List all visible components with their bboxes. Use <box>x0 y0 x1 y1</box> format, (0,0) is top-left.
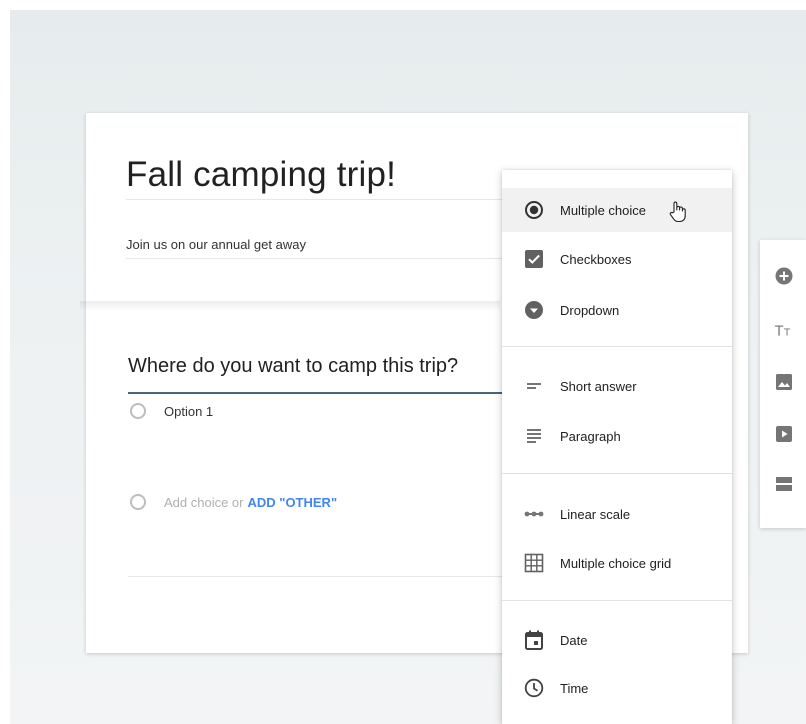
option-label[interactable]: Option 1 <box>164 404 213 419</box>
radio-button-icon <box>522 198 546 222</box>
paragraph-icon <box>522 424 546 448</box>
radio-icon[interactable] <box>130 403 146 419</box>
menu-item-checkboxes[interactable]: Checkboxes <box>502 237 732 281</box>
title-text-icon[interactable]: TT <box>774 320 794 340</box>
calendar-icon <box>522 628 546 652</box>
menu-item-time[interactable]: Time <box>502 666 732 710</box>
image-icon[interactable] <box>774 372 794 392</box>
menu-item-dropdown[interactable]: Dropdown <box>502 288 732 332</box>
menu-item-label: Checkboxes <box>560 251 632 267</box>
question-footer-divider <box>128 576 508 577</box>
svg-text:T: T <box>783 327 791 338</box>
section-icon[interactable] <box>774 474 794 494</box>
menu-separator <box>502 473 732 474</box>
menu-separator <box>502 346 732 347</box>
description-underline <box>126 258 516 259</box>
menu-item-label: Multiple choice <box>560 202 646 218</box>
svg-text:T: T <box>774 323 784 339</box>
add-question-icon[interactable] <box>774 266 794 286</box>
menu-item-multiple-choice[interactable]: Multiple choice <box>502 188 732 232</box>
side-toolbar: TT <box>760 240 806 528</box>
add-option-row: Add choice or ADD "OTHER" <box>130 494 337 510</box>
form-description[interactable]: Join us on our annual get away <box>126 237 306 252</box>
menu-item-label: Dropdown <box>560 302 620 318</box>
menu-item-short-answer[interactable]: Short answer <box>502 364 732 408</box>
menu-item-label: Date <box>560 632 588 648</box>
clock-icon <box>522 676 546 700</box>
question-underline <box>128 392 502 394</box>
linear-scale-icon <box>522 502 546 526</box>
menu-item-date[interactable]: Date <box>502 618 732 662</box>
menu-item-label: Short answer <box>560 378 637 394</box>
add-choice-link[interactable]: Add choice or <box>164 495 244 510</box>
checkbox-icon <box>522 247 546 271</box>
menu-item-label: Time <box>560 680 589 696</box>
title-underline <box>126 199 516 200</box>
form-title[interactable]: Fall camping trip! <box>126 155 396 195</box>
question-type-menu: Multiple choice Checkboxes Dropdown Shor… <box>502 170 732 724</box>
hand-cursor-icon <box>668 199 688 228</box>
grid-icon <box>522 551 546 575</box>
dropdown-icon <box>522 298 546 322</box>
menu-item-label: Linear scale <box>560 506 631 522</box>
menu-item-linear-scale[interactable]: Linear scale <box>502 492 732 536</box>
menu-separator <box>502 600 732 601</box>
menu-item-label: Paragraph <box>560 428 621 444</box>
card-divider <box>80 301 500 311</box>
option-row[interactable]: Option 1 <box>130 403 213 419</box>
video-icon[interactable] <box>774 424 794 444</box>
short-answer-icon <box>522 374 546 398</box>
add-other-link[interactable]: ADD "OTHER" <box>248 495 338 510</box>
add-option-text: Add choice or ADD "OTHER" <box>164 495 337 510</box>
menu-item-paragraph[interactable]: Paragraph <box>502 414 732 458</box>
question-title[interactable]: Where do you want to camp this trip? <box>128 355 458 378</box>
menu-item-label: Multiple choice grid <box>560 555 672 571</box>
radio-icon <box>130 494 146 510</box>
menu-item-multiple-choice-grid[interactable]: Multiple choice grid <box>502 541 732 585</box>
